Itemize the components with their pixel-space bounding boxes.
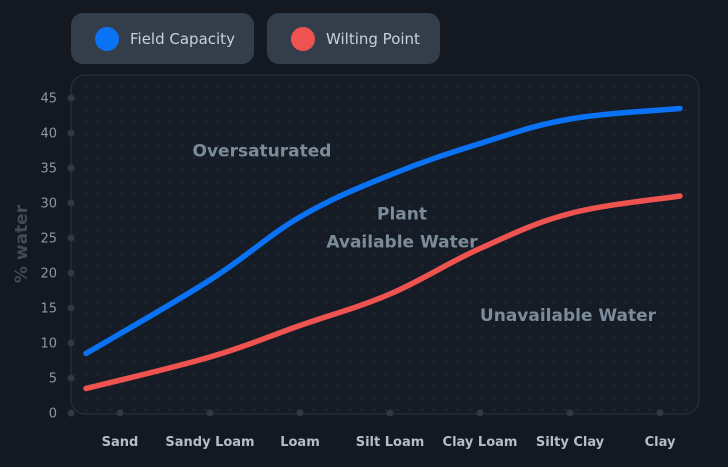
- x-tick-label: Sand: [102, 435, 139, 450]
- y-tick-label: 25: [40, 232, 57, 247]
- y-tick-dot: [67, 234, 75, 242]
- y-tick-label: 15: [40, 302, 57, 317]
- x-tick-label: Silty Clay: [536, 435, 605, 450]
- x-tick-label: Clay: [645, 435, 676, 450]
- x-tick-dot: [206, 409, 214, 417]
- y-tick-dot: [67, 374, 75, 382]
- y-tick-dot: [67, 269, 75, 277]
- x-tick-dot: [116, 409, 124, 417]
- chart-annotation: Oversaturated: [193, 142, 332, 162]
- x-tick-dot: [296, 409, 304, 417]
- y-tick-dot: [67, 409, 75, 417]
- y-axis-label: % water: [12, 204, 32, 283]
- x-tick-dot: [476, 409, 484, 417]
- y-tick-dot: [67, 339, 75, 347]
- chart-annotation: Plant: [377, 205, 427, 225]
- x-tick-label: Silt Loam: [356, 435, 425, 450]
- x-tick-label: Loam: [280, 435, 320, 450]
- x-tick-dot: [656, 409, 664, 417]
- y-tick-label: 5: [49, 372, 57, 387]
- y-tick-label: 30: [40, 197, 57, 212]
- x-tick-label: Clay Loam: [443, 435, 518, 450]
- y-tick-label: 20: [40, 267, 57, 282]
- x-tick-label: Sandy Loam: [165, 435, 254, 450]
- y-tick-label: 45: [40, 92, 57, 107]
- y-tick-dot: [67, 164, 75, 172]
- y-tick-label: 35: [40, 162, 57, 177]
- x-tick-dot: [386, 409, 394, 417]
- chart: 0 5 10 15 20 25 30 35 40 45 Sand Sandy Loam Loam Sil…: [12, 74, 700, 450]
- y-tick-label: 40: [40, 127, 57, 142]
- y-tick-label: 0: [49, 407, 57, 422]
- y-tick-label: 10: [40, 337, 57, 352]
- x-tick-dot: [566, 409, 574, 417]
- y-tick-dot: [67, 304, 75, 312]
- chart-annotation: Unavailable Water: [480, 306, 657, 326]
- y-tick-dot: [67, 94, 75, 102]
- y-tick-dot: [67, 129, 75, 137]
- chart-annotation: Available Water: [326, 233, 478, 253]
- y-tick-dot: [67, 199, 75, 207]
